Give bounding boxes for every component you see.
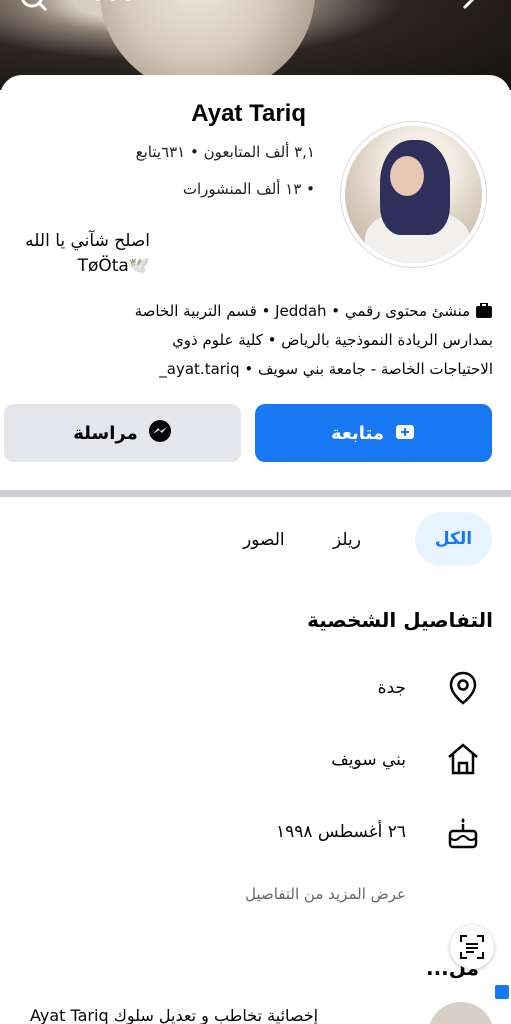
info-line-2: بمدارس الريادة النموذجية بالرياض • كلية … [172, 331, 493, 349]
info-line-3-text: الاحتياجات الخاصة - جامعة بني سويف • aya… [159, 360, 493, 378]
personal-details-title: التفاصيل الشخصية [307, 608, 493, 632]
featured-post-text[interactable]: Ayat Tariq إخصائية تخاطب و تعديل سلوك [30, 1006, 318, 1024]
scan-text-icon[interactable] [450, 925, 494, 969]
location-pin-icon [449, 671, 477, 705]
add-friend-icon [394, 421, 416, 446]
briefcase-icon [475, 302, 493, 323]
messenger-icon [148, 419, 172, 448]
info-line-1: منشئ محتوى رقمي • Jeddah • قسم التربية ا… [135, 302, 493, 323]
home-icon [448, 743, 478, 775]
section-divider [0, 490, 511, 497]
see-more-details-link[interactable]: عرض المزيد من التفاصيل [245, 885, 406, 903]
follow-button[interactable]: متابعة [255, 404, 492, 462]
detail-location: جدة [377, 678, 406, 698]
followers-stats[interactable]: ٣,١ ألف المتابعون • ٦٣١يتابع [136, 143, 315, 161]
message-button[interactable]: مراسلة [4, 404, 241, 462]
posts-stats: • ١٣ ألف المنشورات [182, 180, 315, 198]
profile-name: Ayat Tariq [191, 100, 306, 127]
bio-line-2: TøÖta🕊️ [77, 256, 150, 276]
detail-birthday: ٢٦ أغسطس ١٩٩٨ [275, 822, 406, 842]
more-icon[interactable]: ••• [90, 0, 136, 14]
info-line-3[interactable]: الاحتياجات الخاصة - جامعة بني سويف • aya… [159, 360, 493, 378]
featured-post-avatar[interactable] [428, 1002, 494, 1024]
avatar-figure-face [390, 156, 424, 196]
tab-photos[interactable]: الصور [243, 530, 285, 550]
notification-badge-icon [495, 985, 509, 999]
info-line-1-text: منشئ محتوى رقمي • Jeddah • قسم التربية ا… [134, 302, 471, 320]
bio-line-1: اصلح شآني يا الله [25, 231, 150, 251]
info-line-2-text: بمدارس الريادة النموذجية بالرياض • كلية … [172, 331, 493, 349]
tab-reels[interactable]: ريلز [333, 530, 361, 550]
search-icon[interactable] [18, 0, 50, 21]
message-label: مراسلة [73, 422, 138, 444]
birthday-cake-icon [448, 818, 478, 849]
profile-avatar[interactable] [341, 122, 486, 267]
follow-label: متابعة [330, 422, 385, 444]
detail-hometown: بني سويف [331, 750, 406, 770]
share-icon[interactable] [458, 0, 488, 21]
tab-all[interactable]: الكل [415, 512, 492, 566]
profile-bio: اصلح شآني يا الله TøÖta🕊️ [10, 229, 150, 279]
